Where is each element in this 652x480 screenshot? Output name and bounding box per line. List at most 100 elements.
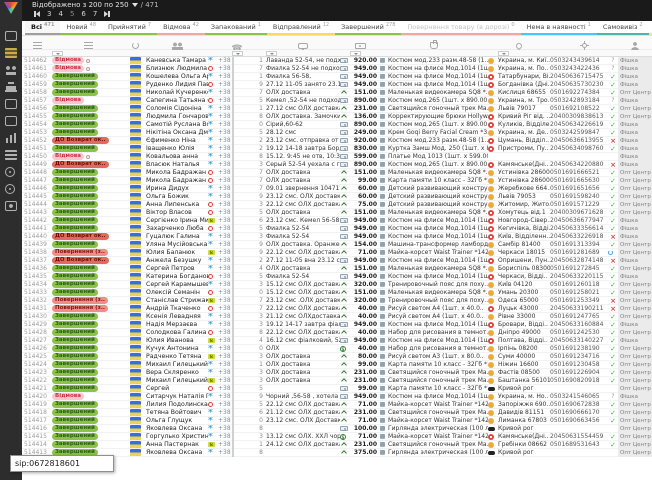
ttn-number[interactable]: 20450634098760 [550,145,608,153]
table-row[interactable]: 514449ДО Возврат ок..Власюк Наталья*+383… [22,161,652,169]
ttn-number[interactable]: 0503243422436 [550,65,608,73]
table-row[interactable]: 514425ЗавершенийРадченко Тетянаlc+383ОЛХ… [22,353,652,361]
phone-hidden-overlay[interactable] [232,121,234,129]
page-number[interactable]: 7 [93,10,97,18]
table-row[interactable]: 514426ЗавершенийКучук Антонина*+380ОЛХS4… [22,345,652,353]
phone-number-box[interactable] [232,97,254,105]
phone-number-box[interactable] [232,81,254,89]
table-row[interactable]: 514434ЗавершенийСергей Карамышев*+38315.… [22,281,652,289]
ttn-number[interactable]: 20450633190211 [550,305,608,313]
column-filter-dropdown[interactable] [52,51,63,56]
table-row[interactable]: 514460ЗавершенийКошелева Ольга Ар..*+381… [22,73,652,81]
ttn-number[interactable]: 0501691234716 [550,353,608,361]
ttn-number[interactable]: 20450632874148 [550,257,608,265]
table-row[interactable]: 514440ДО Возврат ок..Гуцалюк Галина*+383… [22,233,652,241]
ttn-number[interactable]: 0501691247765 [550,313,608,321]
phone-hidden-overlay[interactable] [232,209,234,217]
phone-number-box[interactable] [232,257,254,265]
phone-number-box[interactable] [232,145,254,153]
ttn-number[interactable]: 20450633356614 [550,225,608,233]
table-row[interactable]: 514443ЗавершенийВіктор Власов+385ОЛХ дос… [22,209,652,217]
ttn-number[interactable]: 20450636715475 [550,73,608,81]
phone-number-box[interactable] [232,249,254,257]
phone-number-box[interactable] [232,441,254,449]
phone-hidden-overlay[interactable] [232,313,234,321]
tab-Новий[interactable]: Новий48 [60,21,102,35]
page-number[interactable]: 3 [47,10,51,18]
phone-hidden-overlay[interactable] [232,257,234,265]
table-row[interactable]: 514448ЗавершенийМикола Бадражан+387ОЛХ д… [22,169,652,177]
phone-hidden-overlay[interactable] [232,425,234,433]
phone-number-box[interactable] [232,241,254,249]
page-size-caret-icon[interactable] [132,3,138,7]
page-number[interactable]: 6 [81,10,85,18]
table-row[interactable]: 514441ЗавершенийЗахарченко Люба+385Фиалк… [22,225,652,233]
phone-hidden-overlay[interactable] [232,145,234,153]
phone-number-box[interactable] [232,337,254,345]
phone-hidden-overlay[interactable] [232,193,234,201]
ttn-number[interactable]: 0501691253349 [550,297,608,305]
ttn-number[interactable]: 0501690663456 [550,417,608,425]
phone-number-box[interactable] [232,217,254,225]
phone-number-box[interactable] [232,289,254,297]
table-row[interactable]: 514444ЗавершенийАнна Липенська+38322.12 … [22,201,652,209]
phone-hidden-overlay[interactable] [232,161,234,169]
ttn-number[interactable]: 20450633226918 [550,233,608,241]
table-row[interactable]: 514421ЗавершенийСергей+38599.00Карта пам… [22,385,652,393]
phone-hidden-overlay[interactable] [232,233,234,241]
phone-number-box[interactable] [232,417,254,425]
table-row[interactable]: 514415ЗавершенийГоргулько Христина..*+38… [22,433,652,441]
phone-number-box[interactable] [232,129,254,137]
phone-hidden-overlay[interactable] [232,377,234,385]
table-row[interactable]: 514461ВідмоваБлизнюк Людмила ..+387Фиалк… [22,65,652,73]
phone-hidden-overlay[interactable] [232,433,234,441]
orders-icon[interactable] [5,48,17,58]
table-row[interactable]: 514459ЗавершенийРуденко Лидия Пав..+3892… [22,81,652,89]
phone-number-box[interactable] [232,369,254,377]
phone-number-box[interactable] [232,273,254,281]
table-row[interactable]: 514453ЗавершенийНікітіна Оксана Дми..*+3… [22,129,652,137]
table-row[interactable]: 514450ВідмоваКовальова анна*+38815.12. 9… [22,153,652,161]
page-number[interactable]: 5 [70,10,74,18]
ttn-number[interactable]: 0503242599847 [550,129,608,137]
phone-hidden-overlay[interactable] [232,81,234,89]
table-row[interactable]: 514413ЗавершенийЯковлева Оксана*+388375.… [22,449,652,457]
phone-hidden-overlay[interactable] [232,89,234,97]
table-row[interactable]: 514422ЗавершенийМихаил Гилецькийlc+383ОЛ… [22,377,652,385]
table-row[interactable]: 514436ЗавершенийСергей Петров*+384ОЛХ до… [22,265,652,273]
ttn-number[interactable]: 0501691226904 [550,369,608,377]
info-icon[interactable] [5,167,15,177]
ttn-number[interactable]: 0501691242530 [550,329,608,337]
tab-Повернення товару (в дорозі)[interactable]: Повернення товару (в дорозі)0 [401,21,520,35]
table-row[interactable]: 514424ЗавершенийМихаил Гилецький*+381ОЛХ… [22,361,652,369]
phone-hidden-overlay[interactable] [232,441,234,449]
phone-number-box[interactable] [232,425,254,433]
phone-number-box[interactable] [232,185,254,193]
phone-number-box[interactable] [232,401,254,409]
table-row[interactable]: 514432Повернення (з..Станіслав Стрижакlc… [22,297,652,305]
megaphone-icon[interactable] [5,116,17,126]
phone-number-box[interactable] [232,377,254,385]
phone-hidden-overlay[interactable] [232,273,234,281]
ttn-number[interactable]: 0503241546065 [550,393,608,401]
phone-hidden-overlay[interactable] [232,177,234,185]
table-row[interactable]: 514427ЗавершенийЮлия Ивановаlc+38416.12 … [22,337,652,345]
phone-number-box[interactable] [232,105,254,113]
phone-number-box[interactable] [232,113,254,121]
ttn-number[interactable]: 20400309838613 [550,113,608,121]
phone-number-box[interactable] [232,361,254,369]
ttn-number[interactable]: 20450636613955 [550,137,608,145]
ttn-number[interactable]: 0501689531643 [550,441,608,449]
tab-Всі[interactable]: Всі471 [25,21,60,35]
phone-hidden-overlay[interactable] [232,305,234,313]
tab-Самовивіз[interactable]: Самовивіз2 [597,21,649,35]
ttn-number[interactable]: 0501691230458 [550,361,608,369]
phone-number-box[interactable] [232,385,254,393]
phone-hidden-overlay[interactable] [232,97,234,105]
table-row[interactable]: 514430ЗавершенийКсенія Левадняя*+38321.1… [22,313,652,321]
ttn-number[interactable]: 20450633220115 [550,273,608,281]
ttn-number[interactable]: 0501691666521 [550,169,608,177]
ttn-number[interactable]: 0501691598240 [550,193,608,201]
tab-Відправлений[interactable]: Відправлений12 [267,21,335,35]
phone-number-box[interactable] [232,449,254,457]
